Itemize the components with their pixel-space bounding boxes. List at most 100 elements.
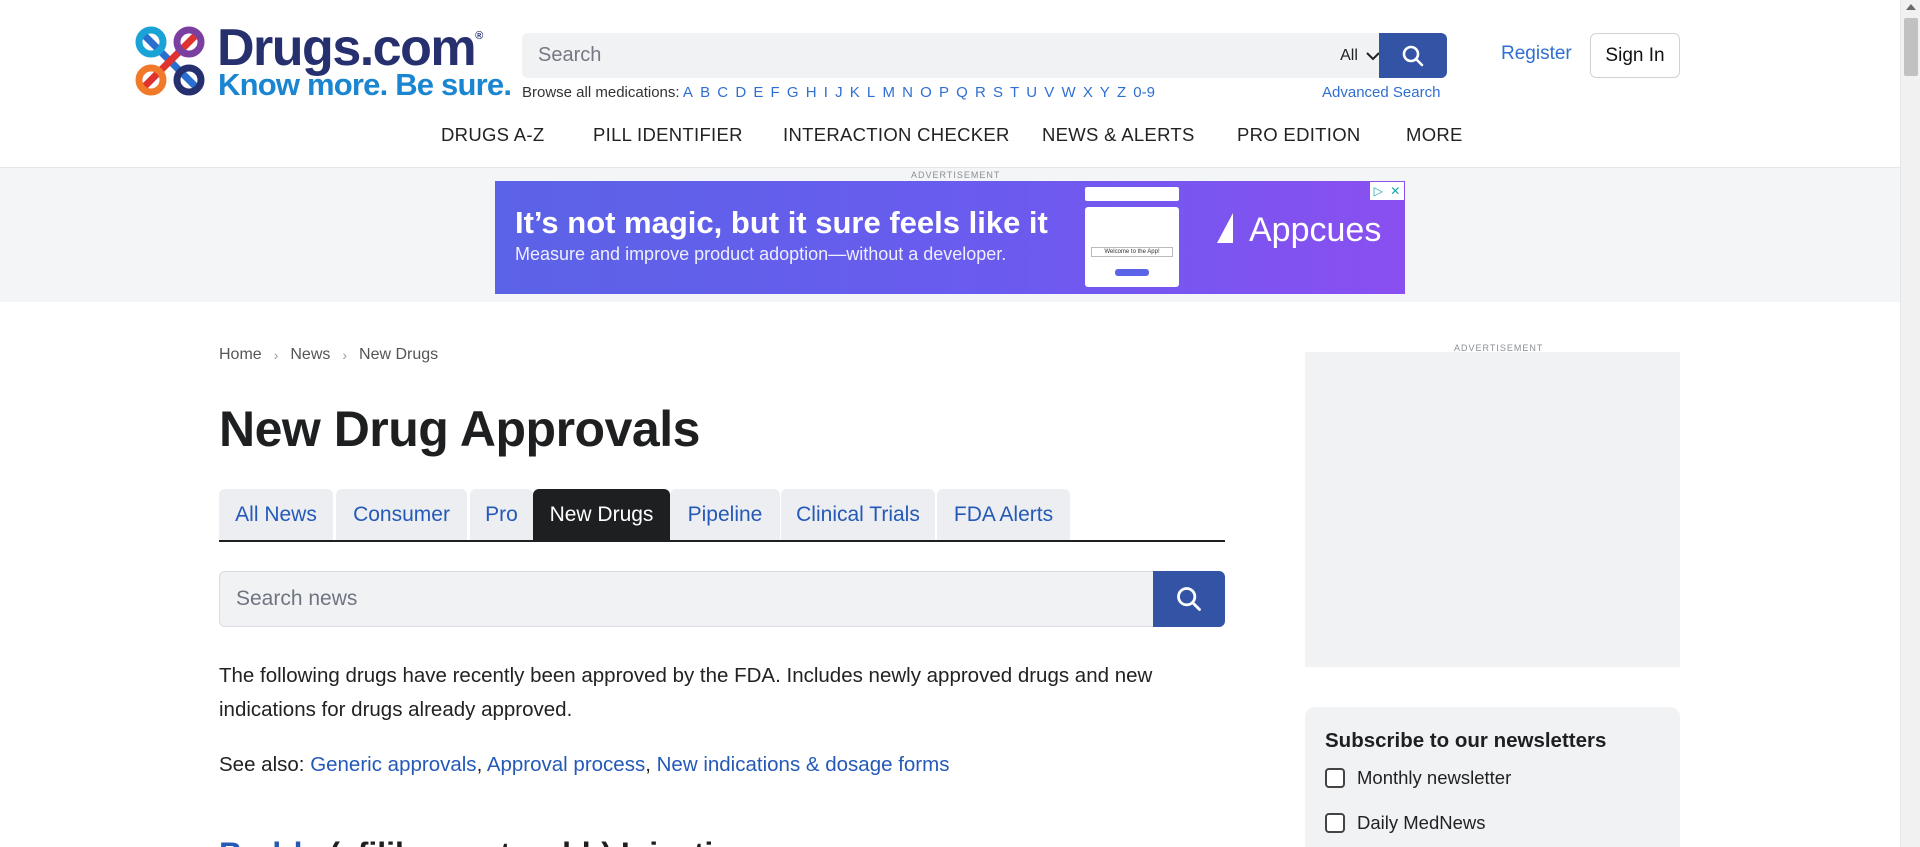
ad-choices-icon[interactable]: ▷ ✕: [1370, 182, 1404, 200]
nav-interaction-checker[interactable]: INTERACTION CHECKER: [783, 124, 1010, 146]
scroll-up-arrow-icon[interactable]: [1906, 4, 1916, 10]
browse-label: Browse all medications:: [522, 84, 680, 101]
browse-letter-i[interactable]: I: [824, 84, 828, 101]
chevron-right-icon: ›: [342, 347, 348, 363]
page-scrollbar[interactable]: [1900, 0, 1920, 847]
browse-letter-j[interactable]: J: [835, 84, 843, 101]
tab-all-news[interactable]: All News: [219, 489, 333, 540]
chevron-right-icon: ›: [273, 347, 279, 363]
browse-letter-0-9[interactable]: 0-9: [1133, 84, 1155, 101]
breadcrumb-current: New Drugs: [359, 346, 439, 363]
ad-card-button: [1115, 269, 1149, 276]
site-search: All: [522, 33, 1447, 78]
nav-news-alerts[interactable]: NEWS & ALERTS: [1042, 124, 1195, 146]
new-indications-link[interactable]: New indications & dosage forms: [657, 753, 950, 776]
breadcrumb: Home › News › New Drugs: [219, 346, 438, 364]
ad-label: ADVERTISEMENT: [911, 170, 1001, 180]
browse-letter-p[interactable]: P: [939, 84, 949, 101]
nav-more[interactable]: MORE: [1406, 124, 1463, 146]
news-search-input[interactable]: [219, 571, 1154, 627]
logo-tagline: Know more. Be sure.: [218, 67, 512, 102]
approval-process-link[interactable]: Approval process: [487, 753, 645, 776]
browse-letters: A B C D E F G H I J K L M N O P Q R S T …: [683, 84, 1158, 101]
see-also-label: See also:: [219, 753, 305, 776]
sign-in-button[interactable]: Sign In: [1590, 33, 1680, 78]
tab-new-drugs[interactable]: New Drugs: [533, 489, 670, 540]
main-nav: DRUGS A-Z PILL IDENTIFIER INTERACTION CH…: [0, 124, 1900, 154]
browse-letter-s[interactable]: S: [993, 84, 1003, 101]
browse-letter-f[interactable]: F: [771, 84, 780, 101]
article-drug-link[interactable]: Bodrly: [219, 836, 320, 847]
ad-toolbar-graphic: [1085, 187, 1179, 201]
ad-app-card: Welcome to the App!: [1085, 207, 1179, 287]
browse-letter-t[interactable]: T: [1010, 84, 1019, 101]
browse-letter-y[interactable]: Y: [1100, 84, 1110, 101]
nav-drugs-a-z[interactable]: DRUGS A-Z: [441, 124, 544, 146]
nav-pro-edition[interactable]: PRO EDITION: [1237, 124, 1361, 146]
news-tabs: All News Consumer Pro New Drugs Pipeline…: [219, 489, 1225, 542]
browse-letter-k[interactable]: K: [850, 84, 860, 101]
news-search: [219, 571, 1225, 627]
site-search-input[interactable]: [522, 33, 1302, 78]
monthly-newsletter-checkbox[interactable]: [1325, 768, 1345, 788]
drugs-com-logo[interactable]: Drugs.com® Know more. Be sure.: [131, 19, 512, 102]
browse-letter-a[interactable]: A: [683, 84, 693, 101]
sidebar-ad: [1305, 352, 1680, 667]
browse-letter-g[interactable]: G: [787, 84, 799, 101]
tab-clinical-trials[interactable]: Clinical Trials: [781, 489, 935, 540]
browse-letter-v[interactable]: V: [1044, 84, 1054, 101]
search-icon: [1177, 587, 1201, 611]
browse-letter-m[interactable]: M: [882, 84, 895, 101]
search-icon: [1402, 45, 1424, 66]
browse-letter-d[interactable]: D: [735, 84, 746, 101]
daily-mednews-checkbox[interactable]: [1325, 813, 1345, 833]
ad-banner[interactable]: It’s not magic, but it sure feels like i…: [495, 181, 1405, 294]
browse-letter-u[interactable]: U: [1026, 84, 1037, 101]
search-scope-value: All: [1340, 46, 1358, 64]
browse-letter-x[interactable]: X: [1083, 84, 1093, 101]
register-link[interactable]: Register: [1501, 43, 1572, 65]
browse-letter-e[interactable]: E: [753, 84, 763, 101]
ad-subline: Measure and improve product adoption—wit…: [515, 244, 1007, 264]
tab-pro[interactable]: Pro: [470, 489, 533, 540]
scroll-thumb[interactable]: [1904, 18, 1918, 76]
browse-medications: Browse all medications: A B C D E F G H …: [522, 84, 1158, 101]
browse-letter-c[interactable]: C: [717, 84, 728, 101]
newsletter-title: Subscribe to our newsletters: [1325, 729, 1607, 752]
browse-letter-z[interactable]: Z: [1117, 84, 1126, 101]
tab-pipeline[interactable]: Pipeline: [670, 489, 780, 540]
site-header: Drugs.com® Know more. Be sure. All Brows…: [0, 0, 1900, 168]
breadcrumb-home[interactable]: Home: [219, 346, 262, 364]
see-also: See also: Generic approvals, Approval pr…: [219, 753, 950, 776]
search-button[interactable]: [1379, 33, 1447, 78]
logo-mark-icon: [135, 26, 205, 96]
daily-mednews-label: Daily MedNews: [1357, 812, 1486, 833]
monthly-newsletter-label: Monthly newsletter: [1357, 767, 1512, 788]
page-title: New Drug Approvals: [219, 401, 700, 457]
news-search-button[interactable]: [1153, 571, 1225, 627]
browse-letter-b[interactable]: B: [700, 84, 710, 101]
tab-consumer[interactable]: Consumer: [336, 489, 467, 540]
browse-letter-q[interactable]: Q: [956, 84, 968, 101]
generic-approvals-link[interactable]: Generic approvals: [310, 753, 476, 776]
nav-pill-identifier[interactable]: PILL IDENTIFIER: [593, 124, 743, 146]
appcues-logo-icon: [1217, 213, 1233, 243]
browse-letter-n[interactable]: N: [902, 84, 913, 101]
newsletter-box: Subscribe to our newsletters Monthly new…: [1305, 707, 1680, 847]
browse-letter-o[interactable]: O: [920, 84, 932, 101]
chevron-down-icon: [1366, 51, 1380, 60]
ad-card-text: Welcome to the App!: [1091, 247, 1173, 257]
ad-headline: It’s not magic, but it sure feels like i…: [515, 205, 1048, 240]
intro-text: The following drugs have recently been a…: [219, 664, 1153, 721]
monthly-newsletter-option[interactable]: Monthly newsletter: [1325, 767, 1511, 789]
browse-letter-l[interactable]: L: [867, 84, 875, 101]
breadcrumb-news[interactable]: News: [290, 346, 330, 364]
article-title: Bodrly (afilibercept-mrbb) Injection: [219, 836, 752, 847]
browse-letter-h[interactable]: H: [806, 84, 817, 101]
browse-letter-w[interactable]: W: [1061, 84, 1075, 101]
daily-mednews-option[interactable]: Daily MedNews: [1325, 812, 1486, 834]
tab-fda-alerts[interactable]: FDA Alerts: [937, 489, 1070, 540]
advanced-search-link[interactable]: Advanced Search: [1322, 84, 1440, 101]
ad-brand: Appcues: [1215, 211, 1381, 250]
browse-letter-r[interactable]: R: [975, 84, 986, 101]
